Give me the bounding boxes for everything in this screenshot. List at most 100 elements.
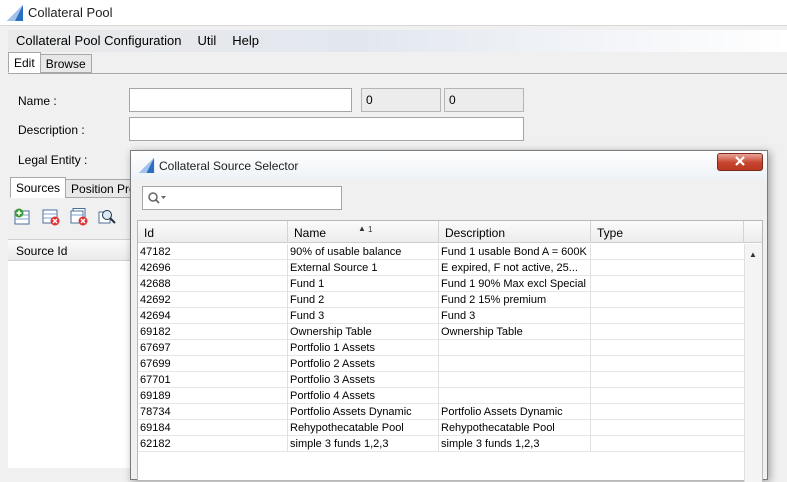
cell-description: simple 3 funds 1,2,3 (439, 436, 591, 452)
tab-divider (8, 73, 787, 74)
table-row[interactable]: 69182 Ownership Table Ownership Table (138, 324, 744, 340)
table-row[interactable]: 42688 Fund 1 Fund 1 90% Max excl Special (138, 276, 744, 292)
cell-id: 67697 (138, 340, 288, 356)
table-row[interactable]: 42694 Fund 3 Fund 3 (138, 308, 744, 324)
cell-type (591, 372, 744, 388)
menu-bar: Collateral Pool Configuration Util Help (8, 30, 787, 52)
table-row[interactable]: 69184 Rehypothecatable Pool Rehypothecatab… (138, 420, 744, 436)
cell-description: Fund 2 15% premium (439, 292, 591, 308)
cell-id: 42688 (138, 276, 288, 292)
menu-collateral-pool-configuration[interactable]: Collateral Pool Configuration (8, 30, 189, 52)
cell-description: Fund 3 (439, 308, 591, 324)
description-field[interactable] (129, 117, 524, 141)
top-tabs: Edit Browse (8, 52, 92, 74)
readonly-value-2: 0 (444, 88, 524, 112)
sources-grid-body (8, 261, 138, 468)
cell-id: 69189 (138, 388, 288, 404)
vertical-scrollbar[interactable]: ▲ (744, 244, 762, 482)
cell-type (591, 404, 744, 420)
sort-order-number: 1 (368, 225, 373, 234)
table-row[interactable]: 67697 Portfolio 1 Assets (138, 340, 744, 356)
close-icon (734, 155, 746, 169)
cell-description (439, 340, 591, 356)
table-body: 47182 90% of usable balance Fund 1 usable … (138, 244, 744, 452)
readonly-value-1: 0 (361, 88, 441, 112)
app-logo-icon (6, 4, 24, 22)
tab-sources[interactable]: Sources (10, 177, 67, 198)
table-row[interactable]: 78734 Portfolio Assets Dynamic Portfolio A… (138, 404, 744, 420)
cell-type (591, 276, 744, 292)
window-titlebar: Collateral Pool (0, 0, 787, 26)
cell-description (439, 356, 591, 372)
cell-name: simple 3 funds 1,2,3 (288, 436, 439, 452)
cell-description: Ownership Table (439, 324, 591, 340)
cell-description: Rehypothecatable Pool (439, 420, 591, 436)
cell-name: External Source 1 (288, 260, 439, 276)
legal-entity-label: Legal Entity : (18, 153, 88, 167)
cell-type (591, 420, 744, 436)
column-header-name[interactable]: Name ▲ 1 (288, 221, 439, 243)
name-field[interactable] (129, 88, 352, 112)
column-header-id[interactable]: Id (138, 221, 288, 243)
column-header-type[interactable]: Type (591, 221, 744, 243)
table-row[interactable]: 42692 Fund 2 Fund 2 15% premium (138, 292, 744, 308)
search-source-button[interactable] (96, 207, 118, 229)
table-row[interactable]: 67699 Portfolio 2 Assets (138, 356, 744, 372)
cell-type (591, 244, 744, 260)
remove-all-button[interactable] (68, 207, 90, 229)
menu-help[interactable]: Help (224, 30, 267, 52)
cell-id: 67699 (138, 356, 288, 372)
table-row[interactable]: 62182 simple 3 funds 1,2,3 simple 3 funds … (138, 436, 744, 452)
menu-util[interactable]: Util (189, 30, 224, 52)
remove-source-icon (42, 208, 60, 229)
column-header-description[interactable]: Description (439, 221, 591, 243)
table-row[interactable]: 47182 90% of usable balance Fund 1 usable … (138, 244, 744, 260)
column-header-name-label: Name (294, 226, 327, 240)
cell-id: 62182 (138, 436, 288, 452)
tab-browse[interactable]: Browse (39, 54, 92, 73)
cell-name: Rehypothecatable Pool (288, 420, 439, 436)
sort-ascending-icon: ▲ (358, 224, 366, 233)
cell-type (591, 292, 744, 308)
cell-description: E expired, F not active, 25... (439, 260, 591, 276)
cell-description: Fund 1 usable Bond A = 600K (439, 244, 591, 260)
scroll-up-arrow-icon[interactable]: ▲ (749, 250, 757, 259)
search-icon (147, 191, 167, 208)
cell-name: Portfolio 3 Assets (288, 372, 439, 388)
dialog-logo-icon (138, 157, 155, 174)
cell-id: 42696 (138, 260, 288, 276)
cell-type (591, 340, 744, 356)
table-header: Id Name ▲ 1 Description Type (138, 221, 762, 243)
cell-id: 42694 (138, 308, 288, 324)
table-row[interactable]: 42696 External Source 1E expired, F not a… (138, 260, 744, 276)
cell-id: 69182 (138, 324, 288, 340)
search-input[interactable] (142, 186, 342, 210)
cell-name: Ownership Table (288, 324, 439, 340)
cell-type (591, 308, 744, 324)
cell-name: Fund 3 (288, 308, 439, 324)
dialog-titlebar: Collateral Source Selector (131, 151, 767, 179)
cell-id: 42692 (138, 292, 288, 308)
cell-id: 47182 (138, 244, 288, 260)
table-row[interactable]: 67701 Portfolio 3 Assets (138, 372, 744, 388)
sources-toolbar (12, 207, 118, 229)
description-label: Description : (18, 123, 85, 137)
add-source-button[interactable] (12, 207, 34, 229)
tab-edit[interactable]: Edit (8, 52, 41, 73)
cell-description (439, 372, 591, 388)
cell-type (591, 356, 744, 372)
cell-id: 69184 (138, 420, 288, 436)
name-label: Name : (18, 94, 57, 108)
add-source-icon (14, 208, 32, 229)
cell-name: Fund 1 (288, 276, 439, 292)
source-id-column-header[interactable]: Source Id (16, 244, 67, 258)
remove-source-button[interactable] (40, 207, 62, 229)
close-button[interactable] (717, 153, 763, 171)
collateral-source-selector-dialog: Collateral Source Selector Id Name ▲ 1 D… (130, 150, 768, 482)
table-row[interactable]: 69189 Portfolio 4 Assets (138, 388, 744, 404)
search-source-icon (98, 208, 116, 229)
cell-description: Fund 1 90% Max excl Special (439, 276, 591, 292)
window-title: Collateral Pool (28, 5, 113, 20)
cell-type (591, 388, 744, 404)
remove-all-icon (70, 207, 88, 229)
